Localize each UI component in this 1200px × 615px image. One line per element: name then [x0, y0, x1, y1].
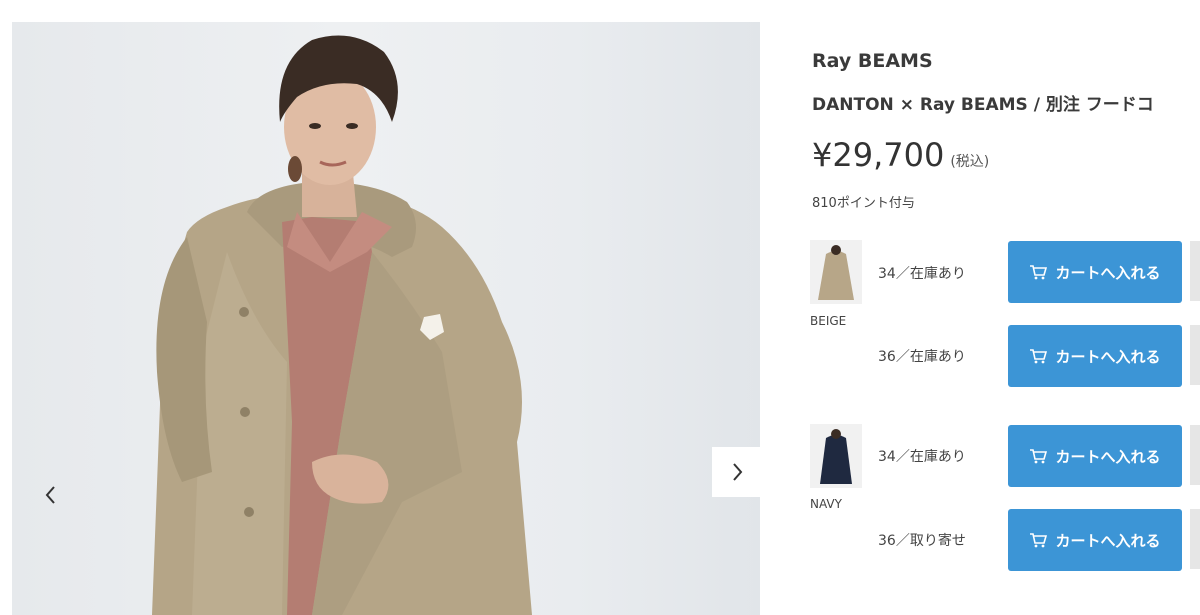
add-to-cart-label: カートへ入れる	[1055, 531, 1161, 550]
tax-note: (税込)	[950, 154, 990, 170]
variant-thumb-navy	[810, 424, 862, 488]
offscreen-button-edge	[1190, 325, 1200, 385]
product-photo	[152, 35, 532, 615]
size-stock-beige-34: 34／在庫あり	[878, 266, 966, 282]
cart-icon	[1029, 264, 1048, 280]
variant-color-beige: BEIGE	[810, 314, 847, 328]
offscreen-button-edge	[1190, 241, 1200, 301]
add-to-cart-button[interactable]: カートへ入れる	[1008, 325, 1182, 387]
product-title: DANTON × Ray BEAMS / 別注 フードコ	[812, 95, 1154, 115]
add-to-cart-button[interactable]: カートへ入れる	[1008, 509, 1182, 571]
offscreen-button-edge	[1190, 509, 1200, 569]
beige-coat-thumbnail	[810, 240, 862, 304]
chevron-right-icon	[733, 463, 743, 481]
add-to-cart-button[interactable]: カートへ入れる	[1008, 241, 1182, 303]
product-image-gallery	[12, 22, 760, 615]
brand-name[interactable]: Ray BEAMS	[812, 50, 933, 72]
gallery-next-button[interactable]	[712, 447, 760, 497]
product-price: ¥29,700 (税込)	[812, 136, 989, 174]
variant-thumb-beige	[810, 240, 862, 304]
size-stock-navy-34: 34／在庫あり	[878, 449, 966, 465]
add-to-cart-label: カートへ入れる	[1055, 447, 1161, 466]
chevron-left-icon	[45, 486, 55, 504]
cart-icon	[1029, 348, 1048, 364]
size-stock-navy-36: 36／取り寄せ	[878, 533, 966, 549]
gallery-prev-button[interactable]	[26, 470, 76, 520]
cart-icon	[1029, 448, 1048, 464]
add-to-cart-button[interactable]: カートへ入れる	[1008, 425, 1182, 487]
variant-color-navy: NAVY	[810, 497, 842, 511]
add-to-cart-label: カートへ入れる	[1055, 347, 1161, 366]
offscreen-button-edge	[1190, 425, 1200, 485]
navy-coat-thumbnail	[810, 424, 862, 488]
cart-icon	[1029, 532, 1048, 548]
add-to-cart-label: カートへ入れる	[1055, 263, 1161, 282]
size-stock-beige-36: 36／在庫あり	[878, 349, 966, 365]
points-note: 810ポイント付与	[812, 196, 915, 211]
price-value: ¥29,700	[812, 136, 945, 174]
